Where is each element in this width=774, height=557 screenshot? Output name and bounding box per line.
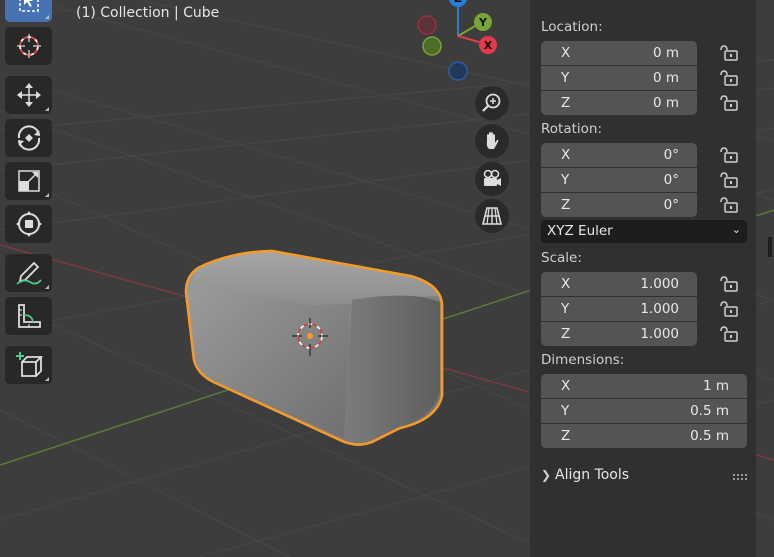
axis-label: Y <box>561 70 570 86</box>
rotate-tool[interactable] <box>5 119 52 157</box>
pan-button[interactable] <box>475 124 509 158</box>
lock-open-icon[interactable] <box>719 45 739 61</box>
camera-view-button[interactable] <box>475 162 509 196</box>
axis-label: X <box>561 147 571 163</box>
scale-x-field[interactable]: X 1.000 <box>541 272 697 296</box>
dimensions-x-field[interactable]: X 1 m <box>541 374 747 398</box>
perspective-toggle-button[interactable] <box>475 199 509 233</box>
location-z-field[interactable]: Z 0 m <box>541 91 697 115</box>
sidebar-scroll-handle[interactable] <box>768 237 772 257</box>
move-tool[interactable] <box>5 76 52 114</box>
location-x-field[interactable]: X 0 m <box>541 41 697 65</box>
move-icon <box>16 83 41 107</box>
axis-label: Y <box>561 301 570 317</box>
scale-y-field[interactable]: Y 1.000 <box>541 297 697 321</box>
field-value: 1.000 <box>640 276 679 292</box>
add-cube-icon <box>15 352 43 377</box>
lock-open-icon[interactable] <box>719 326 739 342</box>
neg-y-axis-dot <box>422 36 442 56</box>
axis-label: Z <box>561 95 571 111</box>
field-value: 0° <box>663 172 679 188</box>
rotate-icon <box>17 125 40 151</box>
x-axis-label: X <box>484 39 493 52</box>
dimensions-z-field[interactable]: Z 0.5 m <box>541 424 747 448</box>
grid-perspective-icon <box>481 207 503 225</box>
neg-z-axis-dot <box>448 61 468 81</box>
lock-open-icon[interactable] <box>719 172 739 188</box>
cursor-tool[interactable] <box>5 27 52 65</box>
field-value: 0° <box>663 197 679 213</box>
axis-label: Y <box>561 172 570 188</box>
field-value: 0 m <box>652 45 679 61</box>
viewport-header-title: (1) Collection | Cube <box>76 5 220 21</box>
lock-open-icon[interactable] <box>719 197 739 213</box>
location-label: Location: <box>541 19 603 35</box>
cursor-icon <box>16 34 41 58</box>
measure-tool[interactable] <box>5 297 52 335</box>
lock-open-icon[interactable] <box>719 147 739 163</box>
z-axis-label: Z <box>454 0 462 5</box>
axis-label: Z <box>561 326 571 342</box>
annotate-pencil-icon <box>15 261 42 285</box>
rotation-mode-dropdown[interactable]: XYZ Euler ⌄ <box>541 220 747 243</box>
rotation-x-field[interactable]: X 0° <box>541 143 697 167</box>
field-value: 0° <box>663 147 679 163</box>
lock-open-icon[interactable] <box>719 276 739 292</box>
axis-label: X <box>561 45 571 61</box>
add-cube-tool[interactable] <box>5 346 52 384</box>
transform-tool[interactable] <box>5 205 52 243</box>
lock-open-icon[interactable] <box>719 70 739 86</box>
axis-label: X <box>561 276 571 292</box>
3d-viewport[interactable]: (1) Collection | Cube Y X Location: X 0 … <box>0 0 774 557</box>
neg-x-axis-dot <box>417 15 437 35</box>
lock-open-icon[interactable] <box>719 301 739 317</box>
chevron-down-icon: ⌄ <box>731 223 741 236</box>
camera-icon <box>483 169 501 186</box>
axis-label: Z <box>561 428 571 444</box>
axis-label: Y <box>561 403 570 419</box>
transform-icon <box>15 211 42 237</box>
zoom-button[interactable] <box>475 86 509 120</box>
field-value: 1.000 <box>640 301 679 317</box>
hand-pan-icon <box>486 132 499 149</box>
field-value: 0.5 m <box>690 403 729 419</box>
axis-label: X <box>561 378 571 394</box>
rotation-z-field[interactable]: Z 0° <box>541 193 697 217</box>
rotation-label: Rotation: <box>541 121 603 137</box>
axis-label: Z <box>561 197 571 213</box>
align-tools-panel-header[interactable]: ❯ Align Tools <box>541 467 629 483</box>
dimensions-y-field[interactable]: Y 0.5 m <box>541 399 747 423</box>
navigation-gizmo[interactable]: Z Y X <box>412 0 502 86</box>
scale-z-field[interactable]: Z 1.000 <box>541 322 697 346</box>
field-value: 1.000 <box>640 326 679 342</box>
rotation-y-field[interactable]: Y 0° <box>541 168 697 192</box>
scale-tool[interactable] <box>5 162 52 200</box>
field-value: 0.5 m <box>690 428 729 444</box>
align-tools-label: Align Tools <box>555 467 630 483</box>
field-value: 1 m <box>702 378 729 394</box>
location-y-field[interactable]: Y 0 m <box>541 66 697 90</box>
field-value: 0 m <box>652 95 679 111</box>
scale-icon <box>17 170 40 192</box>
lock-open-icon[interactable] <box>719 95 739 111</box>
y-axis-label: Y <box>478 16 488 29</box>
rotation-mode-value: XYZ Euler <box>547 223 613 239</box>
measure-ruler-icon <box>17 304 41 328</box>
select-box-icon <box>18 0 39 12</box>
chevron-right-icon: ❯ <box>541 468 552 482</box>
scale-label: Scale: <box>541 250 582 266</box>
drag-grip-icon[interactable] <box>733 474 749 480</box>
zoom-icon <box>482 93 501 112</box>
annotate-tool[interactable] <box>5 254 52 292</box>
dimensions-label: Dimensions: <box>541 352 625 368</box>
field-value: 0 m <box>652 70 679 86</box>
select-box-tool[interactable] <box>5 0 52 22</box>
